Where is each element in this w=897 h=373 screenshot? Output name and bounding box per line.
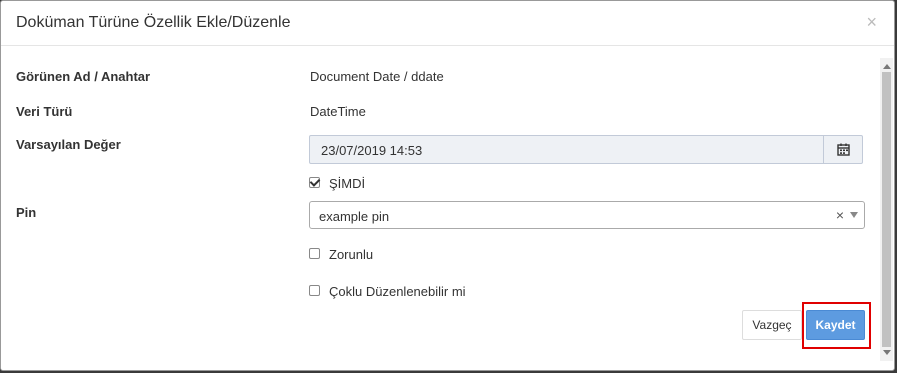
close-icon[interactable]: × — [866, 12, 877, 32]
clear-icon[interactable]: × — [836, 207, 844, 223]
scroll-up-icon[interactable] — [883, 64, 891, 69]
default-value-label: Varsayılan Değer — [16, 137, 121, 152]
pin-select[interactable]: example pin × — [309, 201, 865, 229]
data-type-value: DateTime — [310, 104, 366, 119]
cancel-button[interactable]: Vazgeç — [742, 310, 802, 340]
now-checkbox-label: ŞİMDİ — [329, 176, 366, 191]
data-type-label: Veri Türü — [16, 104, 73, 119]
required-checkbox[interactable] — [309, 248, 320, 259]
save-button[interactable]: Kaydet — [806, 310, 865, 340]
pin-select-value: example pin — [319, 209, 390, 224]
scroll-thumb[interactable] — [882, 72, 891, 347]
dialog-body: Görünen Ad / Anahtar Document Date / dda… — [1, 47, 881, 370]
calendar-icon — [836, 143, 850, 156]
now-checkbox[interactable] — [309, 177, 320, 188]
default-value-text: 23/07/2019 14:53 — [321, 143, 423, 158]
pin-label: Pin — [16, 205, 37, 220]
multi-edit-checkbox[interactable] — [309, 285, 320, 296]
vertical-scrollbar[interactable] — [880, 58, 893, 361]
required-checkbox-label: Zorunlu — [329, 247, 374, 262]
display-name-label: Görünen Ad / Anahtar — [16, 69, 151, 84]
dialog-title: Doküman Türüne Özellik Ekle/Düzenle — [16, 14, 291, 31]
dialog: Doküman Türüne Özellik Ekle/Düzenle × Gö… — [0, 0, 895, 371]
calendar-button[interactable] — [823, 136, 862, 163]
chevron-down-icon[interactable] — [850, 212, 858, 218]
dialog-header: Doküman Türüne Özellik Ekle/Düzenle × — [1, 1, 894, 46]
scroll-down-icon[interactable] — [883, 350, 891, 355]
default-value-input[interactable]: 23/07/2019 14:53 — [309, 135, 863, 164]
multi-edit-checkbox-label: Çoklu Düzenlenebilir mi — [329, 284, 466, 299]
display-name-value: Document Date / ddate — [310, 69, 444, 84]
